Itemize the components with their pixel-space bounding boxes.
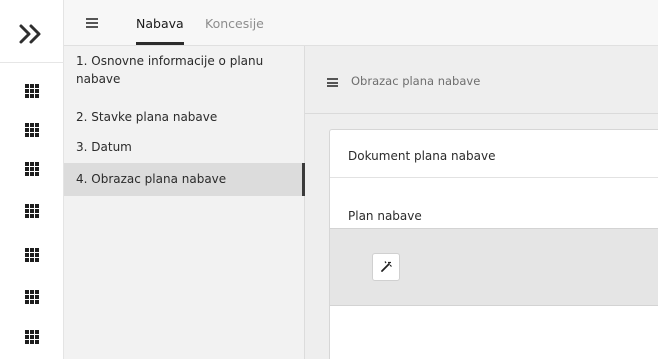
magic-wand-icon	[381, 261, 392, 272]
steps-sidebar: 1. Osnovne informacije o planu nabave 2.…	[64, 46, 305, 359]
hamburger-icon[interactable]	[327, 78, 338, 87]
step-item-osnovne-informacije[interactable]: 1. Osnovne informacije o planu nabave	[64, 52, 305, 88]
tab-koncesije[interactable]: Koncesije	[205, 16, 264, 31]
icon-rail	[0, 0, 64, 359]
step-label: 2. Stavke plana nabave	[76, 110, 218, 124]
step-item-obrazac[interactable]: 4. Obrazac plana nabave	[64, 163, 305, 196]
grid-icon[interactable]	[25, 204, 39, 218]
plan-nabave-field[interactable]	[330, 228, 658, 306]
top-bar: Nabava Koncesije	[64, 0, 658, 46]
step-label-continued: nabave	[76, 72, 121, 86]
grid-icon[interactable]	[25, 248, 39, 262]
rail-divider	[0, 62, 64, 63]
active-tab-indicator	[136, 42, 184, 45]
grid-icon[interactable]	[25, 162, 39, 176]
grid-icon[interactable]	[25, 123, 39, 137]
step-item-datum[interactable]: 3. Datum	[64, 138, 305, 156]
grid-icon[interactable]	[25, 84, 39, 98]
document-card: Dokument plana nabave Plan nabave	[329, 129, 658, 359]
card-title: Dokument plana nabave	[348, 149, 496, 163]
card-header: Dokument plana nabave	[330, 130, 658, 178]
step-item-stavke[interactable]: 2. Stavke plana nabave	[64, 108, 305, 126]
magic-wand-button[interactable]	[372, 253, 400, 281]
step-label: 3. Datum	[76, 140, 132, 154]
step-label: 1. Osnovne informacije o planu	[76, 54, 264, 68]
hamburger-icon[interactable]	[86, 18, 98, 28]
plan-nabave-label: Plan nabave	[348, 209, 422, 223]
grid-icon[interactable]	[25, 330, 39, 344]
page-title: Obrazac plana nabave	[351, 74, 481, 88]
grid-icon[interactable]	[25, 290, 39, 304]
tab-nabava[interactable]: Nabava	[136, 16, 184, 31]
main-content: Obrazac plana nabave Dokument plana naba…	[305, 46, 658, 359]
content-header: Obrazac plana nabave	[305, 46, 658, 114]
double-chevron-logo-icon[interactable]	[18, 23, 46, 45]
step-label: 4. Obrazac plana nabave	[76, 172, 227, 186]
